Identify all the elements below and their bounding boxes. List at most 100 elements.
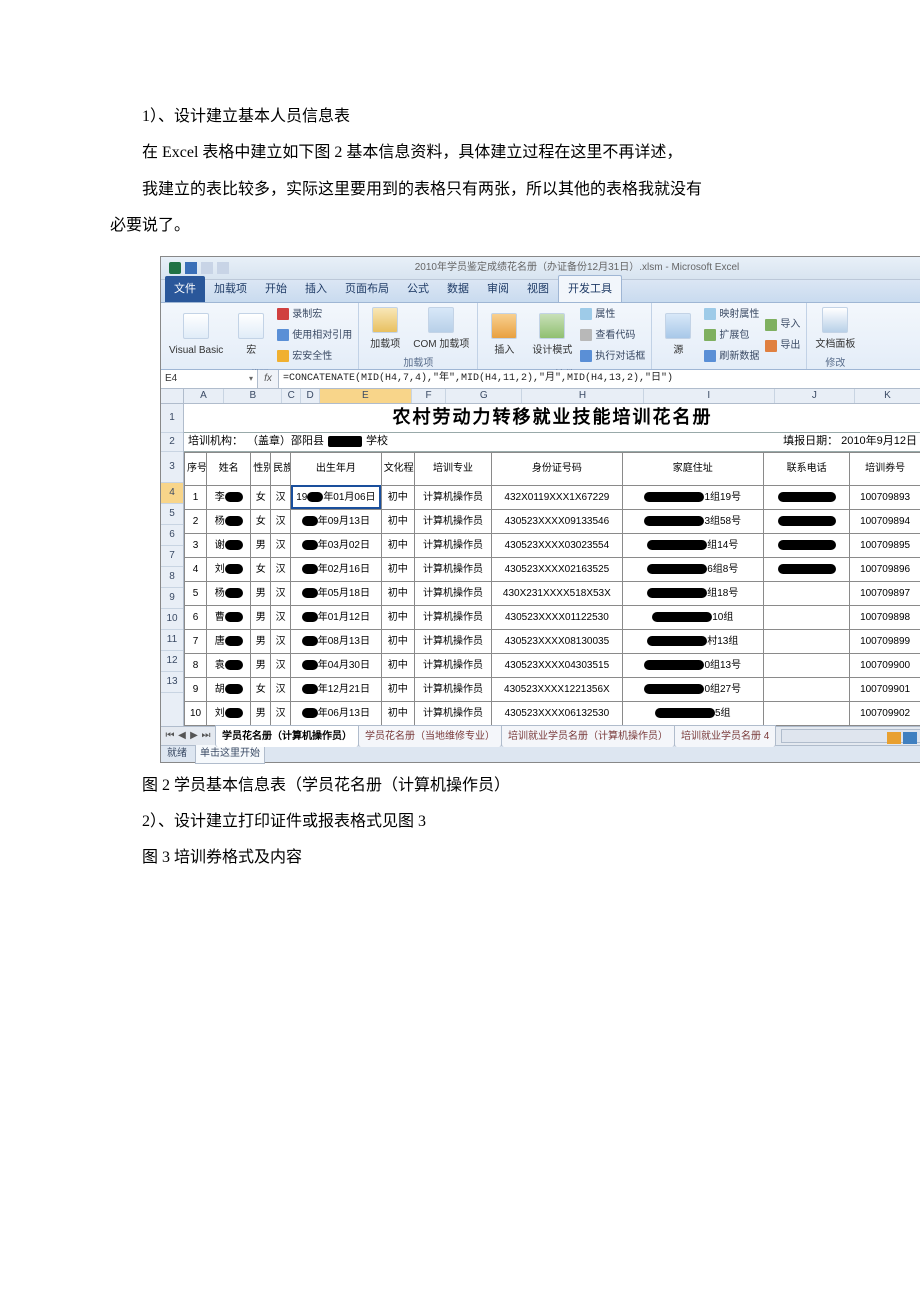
cell[interactable]: 0组27号 [622, 677, 763, 701]
cell[interactable]: 年06月13日 [291, 701, 382, 725]
cell[interactable]: 初中 [381, 557, 414, 581]
sheet-tab-2[interactable]: 培训就业学员名册（计算机操作员） [501, 725, 675, 747]
cell[interactable]: 村13组 [622, 629, 763, 653]
tab-insert[interactable]: 插入 [296, 276, 336, 302]
cell[interactable]: 谢 [207, 533, 251, 557]
row-header-8[interactable]: 8 [161, 567, 183, 588]
sheet-nav-first[interactable]: ⏮ [165, 726, 175, 745]
cell[interactable]: 组14号 [622, 533, 763, 557]
cell[interactable]: 男 [251, 653, 271, 677]
cell[interactable]: 100709894 [850, 509, 920, 533]
cell[interactable]: 计算机操作员 [414, 557, 491, 581]
cell[interactable]: 6 [185, 605, 207, 629]
row-header-9[interactable]: 9 [161, 588, 183, 609]
cell[interactable] [764, 629, 850, 653]
cell[interactable]: 计算机操作员 [414, 533, 491, 557]
cell[interactable]: 计算机操作员 [414, 509, 491, 533]
cell[interactable]: 男 [251, 581, 271, 605]
cell[interactable]: 女 [251, 677, 271, 701]
cell[interactable] [764, 581, 850, 605]
import-button[interactable]: 导入 [765, 315, 800, 334]
cell[interactable]: 3 [185, 533, 207, 557]
row-header-11[interactable]: 11 [161, 630, 183, 651]
formula-bar[interactable]: =CONCATENATE(MID(H4,7,4),"年",MID(H4,11,2… [279, 370, 920, 388]
cell[interactable]: 年01月12日 [291, 605, 382, 629]
cell[interactable]: 初中 [381, 629, 414, 653]
cell[interactable]: 计算机操作员 [414, 677, 491, 701]
cell[interactable]: 0组13号 [622, 653, 763, 677]
cell[interactable]: 100709900 [850, 653, 920, 677]
row-header-2[interactable]: 2 [161, 433, 183, 452]
sheet-nav-last[interactable]: ⏭ [201, 726, 211, 745]
cell[interactable]: 年09月13日 [291, 509, 382, 533]
cell[interactable]: 9 [185, 677, 207, 701]
cell[interactable]: 唐 [207, 629, 251, 653]
properties-button[interactable]: 属性 [580, 305, 645, 324]
cell[interactable]: 初中 [381, 485, 414, 509]
macro-button[interactable]: 宏 [231, 311, 271, 360]
cell[interactable]: 年12月21日 [291, 677, 382, 701]
fx-icon[interactable]: fx [258, 370, 279, 388]
cell[interactable]: 计算机操作员 [414, 485, 491, 509]
row-header-10[interactable]: 10 [161, 609, 183, 630]
cell[interactable]: 1 [185, 485, 207, 509]
tab-layout[interactable]: 页面布局 [336, 276, 398, 302]
cell[interactable] [764, 533, 850, 557]
tab-view[interactable]: 视图 [518, 276, 558, 302]
cell[interactable]: 汉 [271, 533, 291, 557]
cell[interactable]: 3组58号 [622, 509, 763, 533]
chevron-down-icon[interactable]: ▾ [249, 371, 253, 386]
cell[interactable]: 430523XXXX01122530 [492, 605, 622, 629]
expansion-pack-button[interactable]: 扩展包 [704, 326, 759, 345]
cell[interactable]: 汉 [271, 605, 291, 629]
cell[interactable]: 430523XXXX04303515 [492, 653, 622, 677]
cell[interactable]: 男 [251, 701, 271, 725]
cell[interactable]: 女 [251, 557, 271, 581]
cell[interactable]: 430523XXXX08130035 [492, 629, 622, 653]
cell[interactable]: 1组19号 [622, 485, 763, 509]
cell[interactable]: 汉 [271, 653, 291, 677]
visual-basic-button[interactable]: Visual Basic [167, 311, 225, 360]
row-header-4[interactable]: 4 [161, 483, 183, 504]
cell[interactable]: 100709895 [850, 533, 920, 557]
cell[interactable]: 年02月16日 [291, 557, 382, 581]
cell[interactable]: 6组8号 [622, 557, 763, 581]
cell[interactable]: 李 [207, 485, 251, 509]
cell[interactable] [764, 485, 850, 509]
design-mode-button[interactable]: 设计模式 [530, 311, 574, 360]
cell[interactable]: 汉 [271, 485, 291, 509]
cell[interactable]: 年03月02日 [291, 533, 382, 557]
cell[interactable]: 初中 [381, 533, 414, 557]
cell[interactable]: 100709898 [850, 605, 920, 629]
cell[interactable]: 430523XXXX09133546 [492, 509, 622, 533]
col-header-d[interactable]: D [301, 389, 320, 403]
insert-control-button[interactable]: 插入 [484, 311, 524, 360]
tab-formula[interactable]: 公式 [398, 276, 438, 302]
save-icon[interactable] [185, 262, 197, 274]
cell[interactable]: 430523XXXX1221356X [492, 677, 622, 701]
cell[interactable]: 年05月18日 [291, 581, 382, 605]
cell[interactable]: 432X0119XXX1X67229 [492, 485, 622, 509]
cell[interactable]: 计算机操作员 [414, 653, 491, 677]
view-mode-buttons[interactable] [887, 732, 917, 744]
cell[interactable]: 女 [251, 509, 271, 533]
cell[interactable]: 100709897 [850, 581, 920, 605]
cell[interactable]: 2 [185, 509, 207, 533]
row-header-5[interactable]: 5 [161, 504, 183, 525]
grid[interactable]: 农村劳动力转移就业技能培训花名册 培训机构： （盖章）邵阳县 学校 填报日期： … [184, 404, 920, 726]
cell[interactable]: 计算机操作员 [414, 581, 491, 605]
redo-icon[interactable] [217, 262, 229, 274]
cell[interactable] [764, 677, 850, 701]
cell[interactable]: 女 [251, 485, 271, 509]
row-header-3[interactable]: 3 [161, 452, 183, 483]
tab-home[interactable]: 开始 [256, 276, 296, 302]
cell[interactable]: 杨 [207, 581, 251, 605]
cell[interactable]: 汉 [271, 701, 291, 725]
cell[interactable]: 7 [185, 629, 207, 653]
tab-developer[interactable]: 开发工具 [558, 275, 622, 302]
col-header-c[interactable]: C [282, 389, 301, 403]
cell[interactable] [764, 509, 850, 533]
sheet-nav-prev[interactable]: ◀ [177, 726, 187, 745]
cell[interactable]: 年08月13日 [291, 629, 382, 653]
row-header-12[interactable]: 12 [161, 651, 183, 672]
